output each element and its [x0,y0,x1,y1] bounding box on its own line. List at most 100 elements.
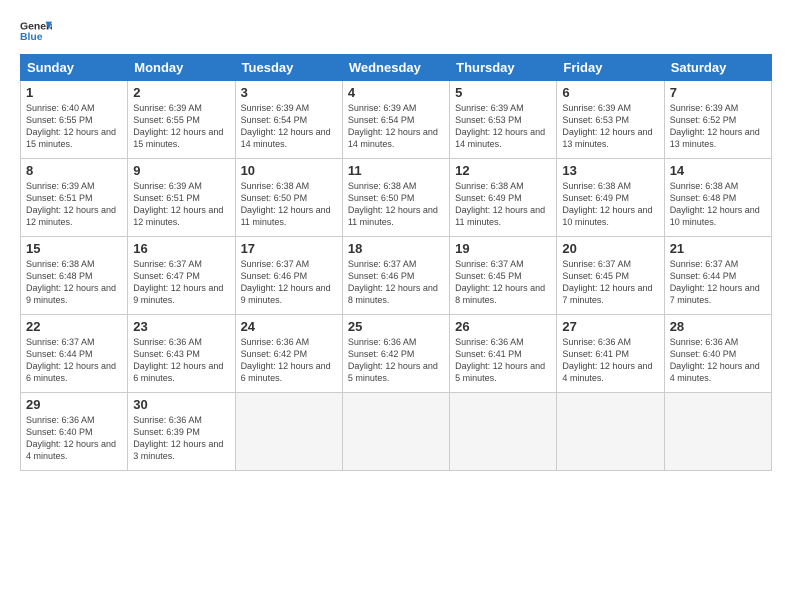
calendar-cell: 4 Sunrise: 6:39 AM Sunset: 6:54 PM Daylig… [342,81,449,159]
day-number: 13 [562,163,658,178]
calendar-cell: 2 Sunrise: 6:39 AM Sunset: 6:55 PM Daylig… [128,81,235,159]
header: General Blue [20,18,772,46]
calendar-cell: 18 Sunrise: 6:37 AM Sunset: 6:46 PM Dayli… [342,237,449,315]
cell-details: Sunrise: 6:39 AM Sunset: 6:52 PM Dayligh… [670,102,766,151]
day-number: 2 [133,85,229,100]
calendar-cell: 12 Sunrise: 6:38 AM Sunset: 6:49 PM Dayli… [450,159,557,237]
calendar-cell: 26 Sunrise: 6:36 AM Sunset: 6:41 PM Dayli… [450,315,557,393]
day-number: 19 [455,241,551,256]
day-of-week-header: Sunday [21,55,128,81]
day-number: 8 [26,163,122,178]
cell-details: Sunrise: 6:36 AM Sunset: 6:41 PM Dayligh… [562,336,658,385]
day-of-week-header: Friday [557,55,664,81]
cell-details: Sunrise: 6:39 AM Sunset: 6:53 PM Dayligh… [562,102,658,151]
day-of-week-header: Saturday [664,55,771,81]
day-number: 17 [241,241,337,256]
calendar-cell: 15 Sunrise: 6:38 AM Sunset: 6:48 PM Dayli… [21,237,128,315]
calendar-cell: 21 Sunrise: 6:37 AM Sunset: 6:44 PM Dayli… [664,237,771,315]
cell-details: Sunrise: 6:38 AM Sunset: 6:49 PM Dayligh… [562,180,658,229]
calendar-cell: 3 Sunrise: 6:39 AM Sunset: 6:54 PM Daylig… [235,81,342,159]
calendar-cell: 27Sunrise: 6:36 AM Sunset: 6:41 PM Dayli… [557,315,664,393]
cell-details: Sunrise: 6:37 AM Sunset: 6:47 PM Dayligh… [133,258,229,307]
calendar-cell [450,393,557,471]
calendar-cell: 5 Sunrise: 6:39 AM Sunset: 6:53 PM Daylig… [450,81,557,159]
day-number: 25 [348,319,444,334]
calendar-cell [664,393,771,471]
calendar-cell: 14 Sunrise: 6:38 AM Sunset: 6:48 PM Dayli… [664,159,771,237]
cell-details: Sunrise: 6:39 AM Sunset: 6:54 PM Dayligh… [348,102,444,151]
day-number: 15 [26,241,122,256]
cell-details: Sunrise: 6:38 AM Sunset: 6:50 PM Dayligh… [241,180,337,229]
day-of-week-header: Thursday [450,55,557,81]
day-number: 5 [455,85,551,100]
calendar-cell: 22Sunrise: 6:37 AM Sunset: 6:44 PM Dayli… [21,315,128,393]
cell-details: Sunrise: 6:37 AM Sunset: 6:45 PM Dayligh… [455,258,551,307]
cell-details: Sunrise: 6:36 AM Sunset: 6:40 PM Dayligh… [26,414,122,463]
cell-details: Sunrise: 6:37 AM Sunset: 6:46 PM Dayligh… [241,258,337,307]
cell-details: Sunrise: 6:36 AM Sunset: 6:40 PM Dayligh… [670,336,766,385]
logo-icon: General Blue [20,18,52,46]
cell-details: Sunrise: 6:36 AM Sunset: 6:43 PM Dayligh… [133,336,229,385]
cell-details: Sunrise: 6:39 AM Sunset: 6:54 PM Dayligh… [241,102,337,151]
cell-details: Sunrise: 6:39 AM Sunset: 6:55 PM Dayligh… [133,102,229,151]
calendar-table: SundayMondayTuesdayWednesdayThursdayFrid… [20,54,772,471]
cell-details: Sunrise: 6:39 AM Sunset: 6:53 PM Dayligh… [455,102,551,151]
cell-details: Sunrise: 6:39 AM Sunset: 6:51 PM Dayligh… [133,180,229,229]
day-number: 7 [670,85,766,100]
day-number: 6 [562,85,658,100]
day-number: 26 [455,319,551,334]
calendar-cell: 10 Sunrise: 6:38 AM Sunset: 6:50 PM Dayli… [235,159,342,237]
calendar-cell: 24 Sunrise: 6:36 AM Sunset: 6:42 PM Dayli… [235,315,342,393]
cell-details: Sunrise: 6:37 AM Sunset: 6:46 PM Dayligh… [348,258,444,307]
day-number: 1 [26,85,122,100]
day-number: 10 [241,163,337,178]
calendar-cell: 11 Sunrise: 6:38 AM Sunset: 6:50 PM Dayli… [342,159,449,237]
day-number: 12 [455,163,551,178]
day-number: 21 [670,241,766,256]
day-of-week-header: Monday [128,55,235,81]
day-number: 14 [670,163,766,178]
calendar-cell: 28 Sunrise: 6:36 AM Sunset: 6:40 PM Dayli… [664,315,771,393]
cell-details: Sunrise: 6:38 AM Sunset: 6:48 PM Dayligh… [670,180,766,229]
calendar-cell: 16 Sunrise: 6:37 AM Sunset: 6:47 PM Dayli… [128,237,235,315]
day-number: 23 [133,319,229,334]
calendar-cell: 8 Sunrise: 6:39 AM Sunset: 6:51 PM Daylig… [21,159,128,237]
cell-details: Sunrise: 6:36 AM Sunset: 6:39 PM Dayligh… [133,414,229,463]
cell-details: Sunrise: 6:38 AM Sunset: 6:50 PM Dayligh… [348,180,444,229]
calendar-cell [557,393,664,471]
day-number: 11 [348,163,444,178]
calendar-cell [342,393,449,471]
calendar-cell: 13 Sunrise: 6:38 AM Sunset: 6:49 PM Dayli… [557,159,664,237]
logo: General Blue [20,18,52,46]
calendar-cell: 7 Sunrise: 6:39 AM Sunset: 6:52 PM Daylig… [664,81,771,159]
cell-details: Sunrise: 6:38 AM Sunset: 6:49 PM Dayligh… [455,180,551,229]
calendar-cell: 9 Sunrise: 6:39 AM Sunset: 6:51 PM Daylig… [128,159,235,237]
calendar-cell: 20 Sunrise: 6:37 AM Sunset: 6:45 PM Dayli… [557,237,664,315]
day-number: 29 [26,397,122,412]
day-number: 9 [133,163,229,178]
cell-details: Sunrise: 6:37 AM Sunset: 6:44 PM Dayligh… [670,258,766,307]
calendar-cell: 1 Sunrise: 6:40 AM Sunset: 6:55 PM Daylig… [21,81,128,159]
day-number: 30 [133,397,229,412]
day-number: 16 [133,241,229,256]
day-number: 20 [562,241,658,256]
day-number: 24 [241,319,337,334]
calendar-cell [235,393,342,471]
cell-details: Sunrise: 6:37 AM Sunset: 6:45 PM Dayligh… [562,258,658,307]
cell-details: Sunrise: 6:38 AM Sunset: 6:48 PM Dayligh… [26,258,122,307]
day-number: 22 [26,319,122,334]
cell-details: Sunrise: 6:36 AM Sunset: 6:42 PM Dayligh… [241,336,337,385]
cell-details: Sunrise: 6:40 AM Sunset: 6:55 PM Dayligh… [26,102,122,151]
calendar-cell: 17 Sunrise: 6:37 AM Sunset: 6:46 PM Dayli… [235,237,342,315]
day-number: 3 [241,85,337,100]
day-number: 18 [348,241,444,256]
day-of-week-header: Tuesday [235,55,342,81]
cell-details: Sunrise: 6:39 AM Sunset: 6:51 PM Dayligh… [26,180,122,229]
svg-text:Blue: Blue [20,32,43,43]
day-of-week-header: Wednesday [342,55,449,81]
page: General Blue SundayMondayTuesdayWednesda… [0,0,792,612]
cell-details: Sunrise: 6:36 AM Sunset: 6:41 PM Dayligh… [455,336,551,385]
calendar-cell: 6 Sunrise: 6:39 AM Sunset: 6:53 PM Daylig… [557,81,664,159]
day-number: 4 [348,85,444,100]
day-number: 28 [670,319,766,334]
